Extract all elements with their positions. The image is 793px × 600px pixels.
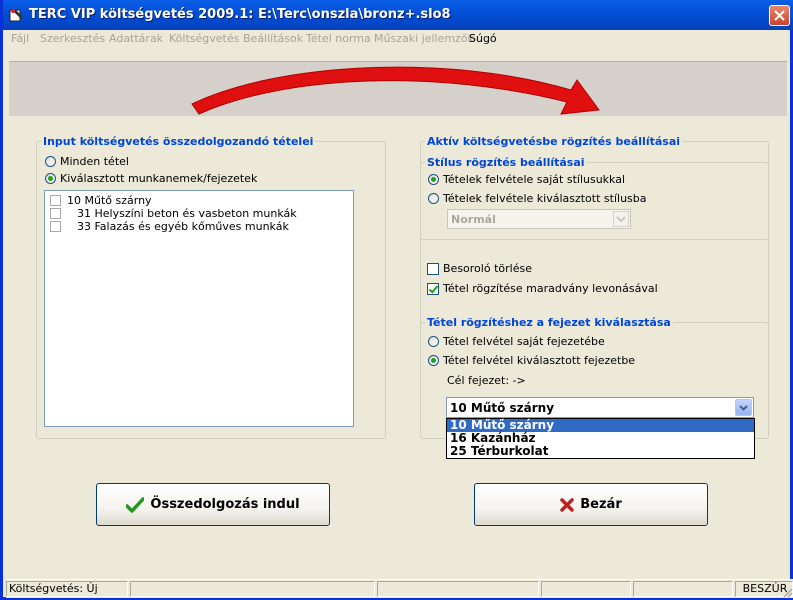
radio-own-style-label: Tételek felvétele saját stílusukkal	[443, 173, 626, 186]
menu-edit[interactable]: Szerkesztés	[40, 32, 105, 45]
radio-own-chapter-label: Tétel felvétel saját fejezetébe	[443, 335, 605, 348]
radio-own-chapter[interactable]: Tétel felvétel saját fejezetébe	[428, 335, 605, 348]
list-item[interactable]: 31 Helyszíni beton és vasbeton munkák	[50, 207, 297, 220]
chevron-down-icon	[739, 405, 748, 411]
list-item-label: 31 Helyszíni beton és vasbeton munkák	[77, 207, 297, 220]
besorolo-label: Besoroló törlése	[443, 262, 532, 275]
menu-technical[interactable]: Műszaki jellemzők	[374, 32, 474, 45]
menu-file[interactable]: Fájl	[11, 32, 29, 45]
window-title: TERC VIP költségvetés 2009.1: E:\Terc\on…	[29, 7, 451, 22]
settings-group-title: Aktív költségvetésbe rögzítés beállítása…	[425, 135, 683, 148]
list-item[interactable]: 10 Műtő szárny	[50, 194, 152, 207]
besorolo-checkbox[interactable]: Besoroló törlése	[427, 262, 532, 275]
item-checkbox[interactable]	[50, 221, 61, 232]
checkbox-checked[interactable]	[427, 282, 439, 295]
status-panel-5	[633, 581, 733, 597]
style-combo-value: Normál	[451, 213, 496, 226]
radio-button[interactable]	[428, 336, 439, 347]
radio-selected-chapter-label: Tétel felvétel kiválasztott fejezetbe	[443, 354, 636, 367]
chapter-checklist[interactable]: 10 Műtő szárny 31 Helyszíni beton és vas…	[44, 190, 354, 427]
radio-selected-chapters[interactable]: Kiválasztott munkanemek/fejezetek	[45, 172, 257, 185]
radio-button-checked[interactable]	[428, 355, 439, 366]
style-combo[interactable]: Normál	[447, 209, 631, 229]
style-group-title: Stílus rögzítés beállításai	[425, 156, 587, 169]
style-combo-button[interactable]	[613, 211, 629, 227]
dropdown-option[interactable]: 25 Térburkolat	[447, 445, 754, 458]
maradvany-checkbox[interactable]: Tétel rögzítése maradvány levonásával	[427, 282, 658, 295]
app-icon	[9, 9, 23, 22]
close-x-icon	[560, 497, 574, 512]
radio-button[interactable]	[428, 193, 439, 204]
radio-button-checked[interactable]	[428, 174, 439, 185]
radio-own-style[interactable]: Tételek felvétele saját stílusukkal	[428, 173, 625, 186]
radio-selected-chapters-label: Kiválasztott munkanemek/fejezetek	[60, 172, 258, 185]
input-group-title: Input költségvetés összedolgozandó tétel…	[41, 135, 316, 148]
item-checkbox[interactable]	[50, 195, 61, 206]
menu-help[interactable]: Súgó	[469, 32, 497, 45]
resize-grip-icon[interactable]	[781, 586, 793, 598]
target-chapter-dropdown[interactable]: 10 Műtő szárny 16 Kazánház 25 Térburkola…	[446, 418, 755, 459]
list-item-label: 33 Falazás és egyéb kőműves munkák	[77, 220, 289, 233]
radio-all-items[interactable]: Minden tétel	[45, 155, 129, 168]
close-label: Bezár	[580, 497, 622, 512]
maradvany-label: Tétel rögzítése maradvány levonásával	[443, 282, 658, 295]
status-panel-2	[130, 581, 375, 597]
checkmark-icon	[126, 496, 145, 513]
menu-item-norm[interactable]: Tétel norma	[306, 32, 371, 45]
close-window-button[interactable]	[769, 5, 790, 26]
menu-budget[interactable]: Költségvetés	[169, 32, 239, 45]
title-bar[interactable]: TERC VIP költségvetés 2009.1: E:\Terc\on…	[3, 0, 793, 30]
target-chapter-combo[interactable]: 10 Műtő szárny	[446, 397, 754, 418]
status-panel-4	[541, 581, 631, 597]
arrow-graphic	[191, 66, 600, 115]
status-budget: Költségvetés: Új	[6, 581, 128, 597]
chevron-down-icon	[616, 216, 626, 223]
chapter-group-title: Tétel rögzítéshez a fejezet kiválasztása	[425, 316, 673, 329]
close-button[interactable]: Bezár	[474, 483, 708, 526]
radio-selected-style[interactable]: Tételek felvétele kiválasztott stílusba	[428, 192, 647, 205]
menu-settings[interactable]: Beállítások	[243, 32, 303, 45]
banner	[9, 61, 787, 116]
target-chapter-value: 10 Műtő szárny	[450, 401, 555, 415]
target-chapter-combo-button[interactable]	[735, 399, 752, 416]
status-bar: Költségvetés: Új BESZÚR	[6, 579, 793, 598]
radio-selected-chapter[interactable]: Tétel felvétel kiválasztott fejezetbe	[428, 354, 635, 367]
radio-all-items-label: Minden tétel	[60, 155, 129, 168]
list-item[interactable]: 33 Falazás és egyéb kőműves munkák	[50, 220, 289, 233]
close-icon	[774, 10, 785, 21]
merge-start-button[interactable]: Összedolgozás indul	[96, 483, 330, 526]
menu-bar: Fájl Szerkesztés Adattárak Költségvetés …	[6, 30, 790, 49]
checkbox[interactable]	[427, 262, 439, 275]
status-panel-3	[377, 581, 539, 597]
merge-start-label: Összedolgozás indul	[150, 497, 300, 512]
main-window: TERC VIP költségvetés 2009.1: E:\Terc\on…	[0, 0, 793, 600]
radio-selected-style-label: Tételek felvétele kiválasztott stílusba	[443, 192, 647, 205]
target-chapter-label: Cél fejezet: ->	[447, 374, 526, 387]
radio-button-checked[interactable]	[45, 173, 56, 184]
item-checkbox[interactable]	[50, 208, 61, 219]
menu-repositories[interactable]: Adattárak	[109, 32, 163, 45]
radio-button[interactable]	[45, 156, 56, 167]
list-item-label: 10 Műtő szárny	[67, 194, 152, 207]
